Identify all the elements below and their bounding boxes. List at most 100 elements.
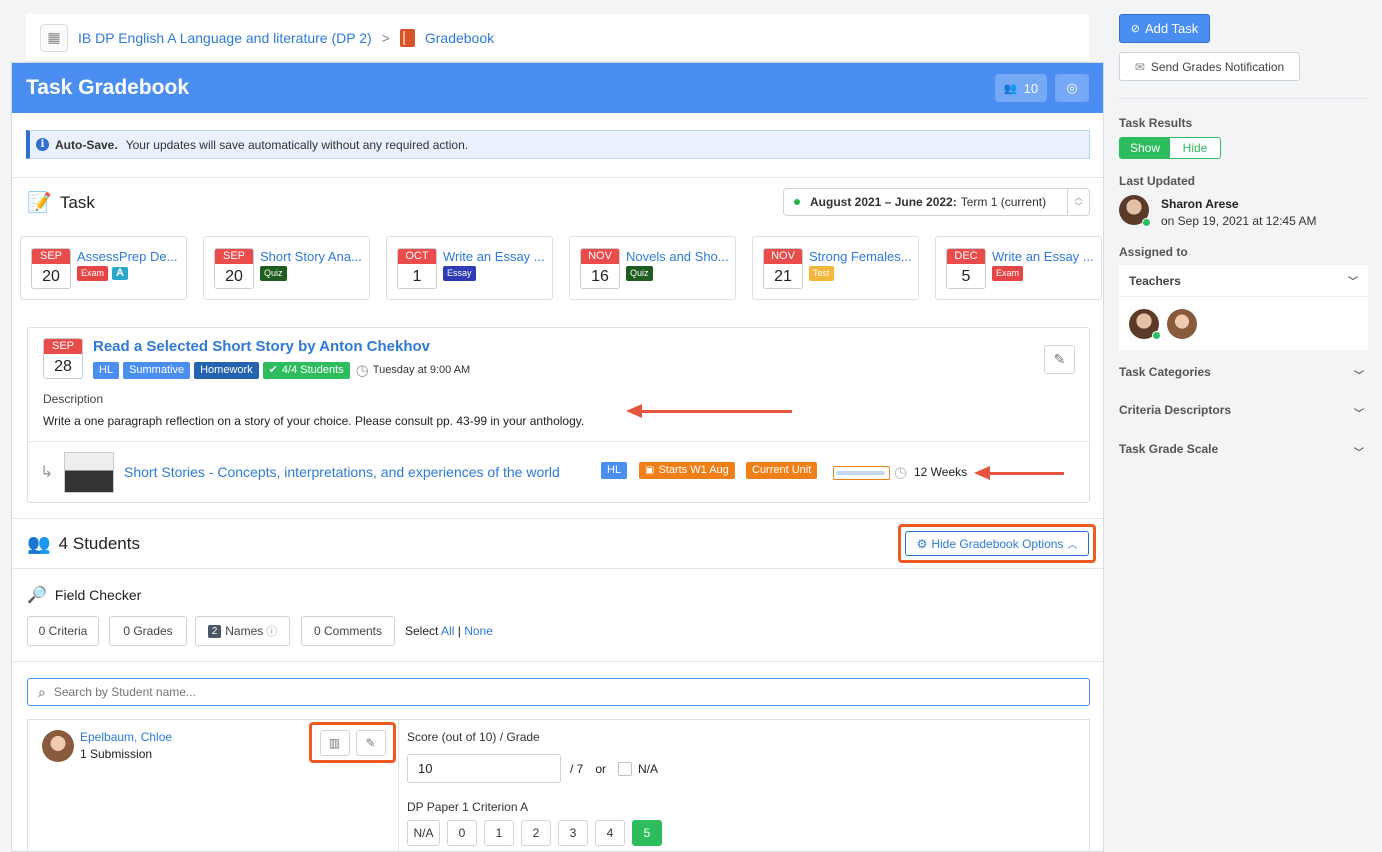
term-stepper-icon[interactable]: ︿ ﹀ bbox=[1067, 189, 1089, 215]
annotation-arrow bbox=[974, 466, 1064, 480]
task-card-month: NOV bbox=[764, 249, 802, 264]
autosave-label: Auto-Save. bbox=[55, 137, 118, 152]
task-due-time: Tuesday at 9:00 AM bbox=[372, 364, 471, 376]
criterion-level-button[interactable]: 0 bbox=[447, 820, 477, 846]
notes-icon: ✎ bbox=[365, 735, 376, 750]
hide-gradebook-options-button[interactable]: ⚙ Hide Gradebook Options ︿ bbox=[905, 531, 1089, 556]
divider bbox=[1119, 98, 1368, 99]
breadcrumb-course-link[interactable]: IB DP English A Language and literature … bbox=[78, 30, 372, 46]
task-card-tags: Essay bbox=[443, 266, 476, 281]
na-checkbox[interactable] bbox=[618, 762, 633, 776]
student-row: Epelbaum, Chloe 1 Submission ▥ ✎ Score (… bbox=[27, 719, 1090, 852]
unit-duration: 12 Weeks bbox=[914, 465, 968, 479]
task-results-toggle: Show Hide bbox=[1119, 137, 1221, 159]
students-count: 10 bbox=[1023, 80, 1039, 96]
online-status-dot bbox=[1142, 218, 1151, 227]
notes-button[interactable]: ✎ bbox=[355, 729, 386, 756]
teachers-dropdown[interactable]: Teachers ﹀ bbox=[1119, 265, 1368, 297]
select-none-link[interactable]: None bbox=[464, 624, 493, 638]
task-card-day: 16 bbox=[591, 268, 609, 285]
task-title-link[interactable]: Read a Selected Short Story by Anton Che… bbox=[93, 338, 430, 355]
task-card-title[interactable]: Strong Females... bbox=[809, 249, 917, 264]
unit-level-tag: HL bbox=[601, 462, 628, 479]
grades-check-button[interactable]: 0 Grades bbox=[109, 616, 187, 646]
task-detail: SEP 28 Read a Selected Short Story by An… bbox=[27, 327, 1090, 503]
chevron-down-icon: ﹀ bbox=[1348, 277, 1358, 288]
task-card-day: 20 bbox=[42, 268, 60, 285]
term-select[interactable]: August 2021 – June 2022: Term 1 (current… bbox=[783, 188, 1090, 216]
page-title: Task Gradebook bbox=[26, 76, 189, 99]
breadcrumb-gradebook-link[interactable]: Gradebook bbox=[425, 30, 494, 46]
apps-grid-icon[interactable]: ▦ bbox=[40, 23, 68, 52]
task-card[interactable]: NOV 21 Strong Females... Test bbox=[752, 236, 919, 300]
task-card-tags: Test bbox=[809, 266, 834, 281]
task-card-date: DEC 5 bbox=[946, 248, 986, 289]
tag-summative: Summative bbox=[123, 361, 191, 379]
show-results-option[interactable]: Show bbox=[1120, 138, 1170, 158]
criterion-level-button[interactable]: 5 bbox=[632, 820, 662, 846]
teachers-panel: Teachers ﹀ bbox=[1119, 265, 1368, 350]
send-grades-notification-button[interactable]: ✉ Send Grades Notification bbox=[1119, 52, 1300, 81]
criteria-check-button[interactable]: 0 Criteria bbox=[27, 616, 99, 646]
task-tags: HL Summative Homework ✔ 4/4 Students ◷ T… bbox=[93, 361, 470, 379]
users-icon: 👥 bbox=[1003, 82, 1018, 95]
analytics-button[interactable]: ▥ bbox=[319, 729, 350, 756]
criterion-level-button[interactable]: 3 bbox=[558, 820, 588, 846]
task-card[interactable]: DEC 5 Write an Essay ... Exam bbox=[935, 236, 1102, 300]
description-label: Description bbox=[43, 392, 104, 406]
task-card-title[interactable]: Short Story Ana... bbox=[260, 249, 368, 264]
task-card[interactable]: SEP 20 Short Story Ana... Quiz bbox=[203, 236, 370, 300]
chevron-down-icon: ﹀ bbox=[1354, 371, 1364, 382]
task-categories-toggle[interactable]: Task Categories ﹀ bbox=[1119, 365, 1368, 382]
students-submitted-text: 4/4 Students bbox=[281, 363, 344, 376]
add-task-button[interactable]: ⊘ Add Task bbox=[1119, 14, 1210, 43]
task-card-title[interactable]: Write an Essay ... bbox=[992, 249, 1100, 264]
hide-results-option[interactable]: Hide bbox=[1170, 138, 1220, 158]
autosave-alert: i Auto-Save. Your updates will save auto… bbox=[26, 130, 1090, 159]
chevron-down-icon: ﹀ bbox=[1354, 448, 1364, 459]
unit-title-link[interactable]: Short Stories - Concepts, interpretation… bbox=[124, 464, 560, 480]
task-grade-scale-toggle[interactable]: Task Grade Scale ﹀ bbox=[1119, 442, 1368, 459]
criteria-descriptors-toggle[interactable]: Criteria Descriptors ﹀ bbox=[1119, 403, 1368, 420]
task-card-day: 21 bbox=[774, 268, 792, 285]
student-search-input[interactable] bbox=[53, 685, 954, 699]
divider bbox=[12, 568, 1103, 569]
term-name: Term 1 (current) bbox=[960, 195, 1047, 209]
task-categories-label: Task Categories bbox=[1119, 365, 1211, 379]
task-card[interactable]: SEP 20 AssessPrep De... Exam A bbox=[20, 236, 187, 300]
add-task-label: Add Task bbox=[1144, 21, 1199, 36]
check-circle-icon: ✔ bbox=[268, 363, 278, 376]
criterion-level-button[interactable]: 2 bbox=[521, 820, 551, 846]
clock-icon: ◷ bbox=[355, 362, 369, 379]
select-controls: Select All | None bbox=[405, 624, 493, 638]
task-card-title[interactable]: Write an Essay ... bbox=[443, 249, 551, 264]
task-card[interactable]: OCT 1 Write an Essay ... Essay bbox=[386, 236, 553, 300]
comments-check-button[interactable]: 0 Comments bbox=[301, 616, 395, 646]
students-icon: 👥 bbox=[27, 534, 51, 555]
last-updated-label: Last Updated bbox=[1119, 174, 1196, 188]
student-name-link[interactable]: Epelbaum, Chloe bbox=[80, 730, 172, 744]
task-card-month: SEP bbox=[215, 249, 253, 264]
task-card[interactable]: NOV 16 Novels and Sho... Quiz bbox=[569, 236, 736, 300]
task-card-month: SEP bbox=[32, 249, 70, 264]
task-card-tag: Exam bbox=[77, 266, 109, 281]
criterion-level-button[interactable]: 4 bbox=[595, 820, 625, 846]
criterion-level-button[interactable]: N/A bbox=[407, 820, 440, 846]
score-input[interactable] bbox=[407, 754, 561, 783]
task-card-title[interactable]: Novels and Sho... bbox=[626, 249, 734, 264]
criteria-descriptors-label: Criteria Descriptors bbox=[1119, 403, 1232, 417]
student-submissions: 1 Submission bbox=[80, 747, 153, 761]
task-date-day: 28 bbox=[54, 358, 72, 375]
globe-button[interactable]: ◎ bbox=[1055, 74, 1089, 102]
select-label: Select bbox=[405, 624, 439, 638]
task-card-date: NOV 16 bbox=[580, 248, 620, 289]
students-count-button[interactable]: 👥 10 bbox=[995, 74, 1047, 102]
names-check-button[interactable]: 2 Names ⓘ bbox=[195, 616, 290, 646]
criterion-level-button[interactable]: 1 bbox=[484, 820, 514, 846]
current-term-dot bbox=[794, 199, 800, 205]
edit-task-button[interactable]: ✎ bbox=[1044, 345, 1075, 374]
help-icon[interactable]: ⓘ bbox=[266, 623, 277, 639]
task-card-title[interactable]: AssessPrep De... bbox=[77, 249, 185, 264]
task-results-label: Task Results bbox=[1119, 116, 1193, 130]
select-all-link[interactable]: All bbox=[441, 624, 454, 638]
